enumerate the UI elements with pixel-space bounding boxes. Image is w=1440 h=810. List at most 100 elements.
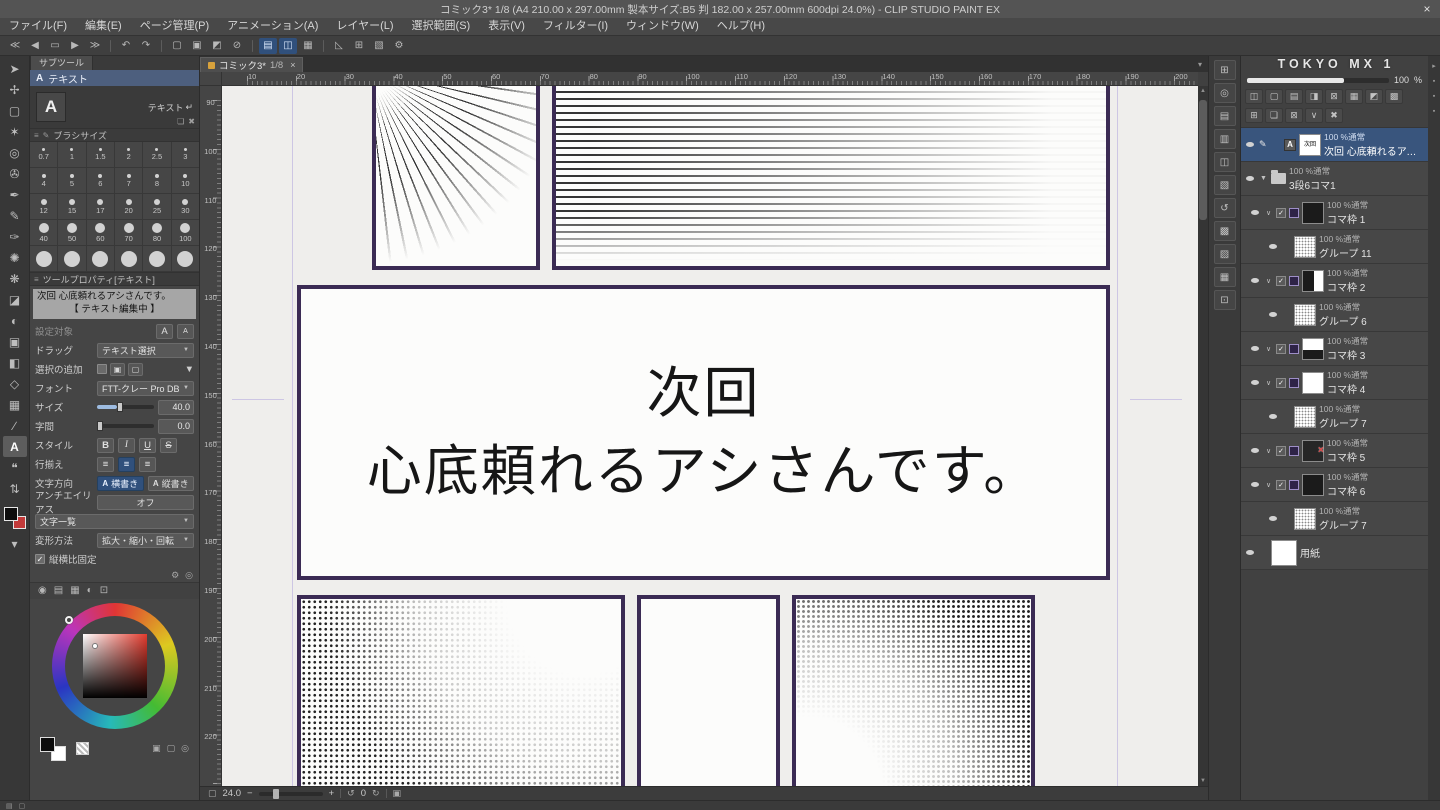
dock-item-icon[interactable]: ▪ [1433, 108, 1435, 115]
zoom-in-icon[interactable]: + [329, 788, 335, 799]
tab-close-icon[interactable]: × [290, 60, 295, 70]
color-set-icon[interactable]: ▦ [70, 585, 79, 596]
color-wheel[interactable] [52, 603, 178, 729]
layer-name[interactable]: コマ枠 2 [1327, 279, 1425, 294]
undo-icon[interactable]: ↶ [117, 38, 135, 54]
fit-screen-icon[interactable]: ▢ [208, 788, 217, 799]
toolbar-icon[interactable] [323, 40, 324, 52]
subtool-list[interactable]: A テキスト ↵ ❏ ✖ [30, 86, 199, 128]
color-history-icon[interactable]: ◐ [87, 585, 93, 596]
fg-bg-swatches[interactable] [40, 737, 66, 761]
brush-size-cell[interactable]: 8 [143, 168, 171, 194]
zoom-value[interactable]: 24.0 [223, 788, 242, 799]
color-mixer-icon[interactable]: ⊡ [100, 585, 108, 596]
operation-tool[interactable]: ➤ [3, 58, 27, 79]
panel-menu-icon[interactable]: ≡ [34, 131, 39, 140]
visibility-eye-icon[interactable] [1249, 278, 1261, 283]
visibility-eye-icon[interactable] [1249, 210, 1261, 215]
brush-size-cell[interactable]: 3 [172, 142, 200, 168]
blend-tool[interactable]: ◐ [3, 310, 27, 331]
layer-name[interactable]: コマ枠 5 [1327, 449, 1425, 464]
grid-icon[interactable]: ⊞ [350, 38, 368, 54]
frame-check-icon[interactable]: ✓ [1276, 378, 1286, 388]
align-left-icon[interactable]: ≡ [97, 457, 114, 472]
visibility-eye-icon[interactable] [1244, 176, 1256, 181]
canvas-viewport[interactable]: 次回 心底頼れるアシさんです。 [222, 86, 1198, 786]
brush-size-cell[interactable]: 17 [87, 194, 115, 220]
ruler-icon[interactable]: ◺ [330, 38, 348, 54]
spacing-slider[interactable] [97, 424, 154, 428]
sv-marker[interactable] [92, 643, 98, 649]
expand-arrow-icon[interactable]: ▼ [1259, 175, 1268, 182]
main-color-swatch[interactable] [4, 507, 18, 521]
layer-thumbnail[interactable] [1302, 202, 1324, 224]
toolbar-icon[interactable] [161, 40, 162, 52]
zoom-slider-thumb[interactable] [273, 789, 279, 799]
add-subtool-icon[interactable]: ❏ [177, 117, 184, 126]
scroll-down-icon[interactable]: ▼ [1198, 776, 1208, 786]
menu-item[interactable]: レイヤー(L) [327, 18, 402, 35]
toolbar-icon[interactable] [110, 40, 111, 52]
zoom-out-icon[interactable]: − [247, 788, 253, 799]
item-bank-icon[interactable]: ⊡ [1214, 290, 1236, 310]
delete-layer-icon[interactable]: ✖ [1325, 108, 1343, 123]
drag-mode-dropdown[interactable]: テキスト選択 ▼ [97, 343, 194, 358]
switch-color-icon[interactable]: ▾ [3, 533, 27, 554]
layer-row[interactable]: ✎ ✓ A 次回 100 %通常 次回 心底頼れるアシさん [1241, 128, 1428, 162]
layer-name[interactable]: 用紙 [1300, 545, 1425, 560]
frame-check-icon[interactable]: ✓ [1276, 208, 1286, 218]
next-page-icon[interactable]: ▶ [66, 38, 84, 54]
zoom-slider[interactable] [259, 792, 323, 796]
delete-subtool-icon[interactable]: ✖ [188, 117, 195, 126]
layer-row[interactable]: ✎ ✓ A 100 %通常 グループ 6 [1241, 298, 1428, 332]
layer-name[interactable]: グループ 7 [1319, 415, 1425, 430]
last-page-icon[interactable]: ≫ [86, 38, 104, 54]
dock-item-icon[interactable]: ▪ [1433, 93, 1435, 100]
color-slider-icon[interactable]: ▤ [54, 585, 63, 596]
gear-icon[interactable]: ⚙ [390, 38, 408, 54]
text-tool[interactable]: A [3, 436, 27, 457]
spacing-value[interactable]: 0.0 [158, 419, 194, 434]
figure-tool[interactable]: ◇ [3, 373, 27, 394]
layer-name[interactable]: グループ 11 [1319, 245, 1425, 260]
aspect-ratio-checkbox[interactable]: ✓ [35, 554, 45, 564]
selection-mode-icon[interactable]: ▣ [110, 363, 125, 376]
tab-list-chevron-icon[interactable]: ▾ [1198, 60, 1202, 69]
expand-arrow-icon[interactable]: ∨ [1264, 379, 1273, 387]
frame-check-icon[interactable]: ✓ [1276, 480, 1286, 490]
brush-size-cell[interactable]: 1 [58, 142, 86, 168]
navigator-icon[interactable]: ◫ [1214, 152, 1236, 172]
font-size-value[interactable]: 40.0 [158, 400, 194, 415]
layer-row[interactable]: ✎ ✓ A 用紙 [1241, 536, 1428, 570]
expand-arrow-icon[interactable]: ∨ [1264, 277, 1273, 285]
airbrush-tool[interactable]: ✺ [3, 247, 27, 268]
new-layer-icon[interactable]: ⊞ [1245, 108, 1263, 123]
opacity-slider[interactable] [1247, 78, 1389, 83]
page-indicator-icon[interactable]: ▭ [46, 38, 64, 54]
menu-item[interactable]: 編集(E) [76, 18, 131, 35]
expand-arrow-icon[interactable]: ∨ [1264, 447, 1273, 455]
lock-transparent-icon[interactable]: ▤ [1285, 89, 1303, 104]
brush-size-cell[interactable]: 25 [143, 194, 171, 220]
information-icon[interactable]: ▦ [1214, 267, 1236, 287]
brush-size-cell[interactable]: 6 [87, 168, 115, 194]
italic-button[interactable]: I [118, 438, 135, 453]
menu-item[interactable]: ヘルプ(H) [708, 18, 774, 35]
gradient-tool[interactable]: ◧ [3, 352, 27, 373]
redo-icon[interactable]: ↷ [137, 38, 155, 54]
layer-row[interactable]: ✎ ✓ A 100 %通常 グループ 7 [1241, 400, 1428, 434]
visibility-eye-icon[interactable] [1249, 448, 1261, 453]
eraser-tool[interactable]: ◪ [3, 289, 27, 310]
color-chips[interactable] [4, 507, 26, 529]
ruler-tool[interactable]: ∕ [3, 415, 27, 436]
fill-tool[interactable]: ▣ [3, 331, 27, 352]
brush-size-cell[interactable]: 5 [58, 168, 86, 194]
reset-view-icon[interactable]: ▣ [393, 788, 402, 799]
visibility-eye-icon[interactable] [1249, 346, 1261, 351]
visibility-eye-icon[interactable] [1267, 244, 1279, 249]
layer-row[interactable]: ✎ ∨ ✓ A × 100 %通常 コマ枠 5 [1241, 434, 1428, 468]
document-tab[interactable]: コミック3* 1/8 × [200, 57, 303, 72]
palette-color-icon[interactable]: ◩ [1365, 89, 1383, 104]
snap-ruler-icon[interactable]: ▤ [259, 38, 277, 54]
brush-size-cell[interactable]: 150 [30, 246, 58, 272]
